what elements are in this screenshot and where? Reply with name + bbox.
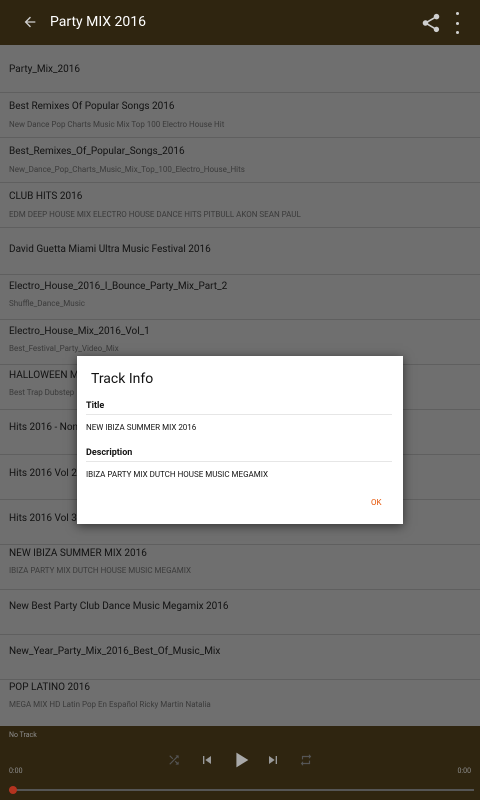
- player-bar: No Track 0:00 0:00: [0, 726, 480, 800]
- track-subtitle: Best Trap Dubstep: [9, 388, 75, 397]
- track-info-dialog: Track Info Title NEW IBIZA SUMMER MIX 20…: [77, 356, 403, 524]
- seek-bar[interactable]: [9, 786, 474, 794]
- track-title: New Best Party Club Dance Music Megamix …: [9, 601, 229, 612]
- title-value: NEW IBIZA SUMMER MIX 2016: [86, 423, 197, 432]
- track-title: NEW IBIZA SUMMER MIX 2016: [9, 548, 147, 559]
- more-vert-icon: [455, 12, 459, 15]
- arrow-left-icon: [24, 16, 36, 28]
- app-bar: Party MIX 2016: [0, 0, 480, 45]
- track-subtitle: New Dance Pop Charts Music Mix Top 100 E…: [9, 120, 225, 129]
- list-item[interactable]: New_Year_Party_Mix_2016_Best_Of_Music_Mi…: [0, 635, 480, 680]
- track-subtitle: EDM DEEP HOUSE MIX ELECTRO HOUSE DANCE H…: [9, 210, 301, 219]
- list-item[interactable]: Electro_House_2016_I_Bounce_Party_Mix_Pa…: [0, 275, 480, 320]
- seek-handle[interactable]: [9, 786, 17, 794]
- track-subtitle: New_Dance_Pop_Charts_Music_Mix_Top_100_E…: [9, 165, 245, 174]
- more-options-button[interactable]: [450, 12, 464, 34]
- track-title: David Guetta Miami Ultra Music Festival …: [9, 244, 211, 255]
- next-button[interactable]: [262, 748, 284, 772]
- skip-next-icon: [269, 756, 277, 764]
- description-value: IBIZA PARTY MIX DUTCH HOUSE MUSIC MEGAMI…: [86, 470, 268, 479]
- list-item[interactable]: David Guetta Miami Ultra Music Festival …: [0, 228, 480, 275]
- title-label: Title: [86, 401, 105, 411]
- track-title: Party_Mix_2016: [9, 64, 80, 75]
- list-item[interactable]: Party_Mix_2016: [0, 45, 480, 93]
- track-title: Electro_House_2016_I_Bounce_Party_Mix_Pa…: [9, 281, 228, 292]
- track-title: CLUB HITS 2016: [9, 191, 83, 202]
- list-item[interactable]: Best Remixes Of Popular Songs 2016 New D…: [0, 93, 480, 138]
- list-item[interactable]: New Best Party Club Dance Music Megamix …: [0, 590, 480, 635]
- description-label: Description: [86, 448, 133, 458]
- share-button[interactable]: [420, 12, 442, 34]
- track-subtitle: IBIZA PARTY MIX DUTCH HOUSE MUSIC MEGAMI…: [9, 566, 191, 575]
- repeat-icon: [300, 754, 312, 766]
- total-time: 0:00: [457, 767, 472, 775]
- shuffle-icon: [169, 755, 179, 765]
- dialog-title: Track Info: [91, 371, 154, 387]
- play-button[interactable]: [228, 748, 254, 772]
- track-subtitle: MEGA MIX HD Latin Pop En Español Ricky M…: [9, 700, 211, 709]
- ok-button[interactable]: OK: [371, 498, 382, 507]
- repeat-button[interactable]: [296, 748, 316, 772]
- page-title: Party MIX 2016: [50, 14, 147, 30]
- track-subtitle: Shuffle_Dance_Music: [9, 299, 85, 308]
- list-item[interactable]: CLUB HITS 2016 EDM DEEP HOUSE MIX ELECTR…: [0, 183, 480, 228]
- divider: [86, 414, 392, 415]
- play-icon: [236, 752, 249, 768]
- skip-previous-icon: [203, 756, 211, 764]
- share-icon: [422, 13, 440, 33]
- list-item[interactable]: POP LATINO 2016 MEGA MIX HD Latin Pop En…: [0, 680, 480, 725]
- list-item[interactable]: Best_Remixes_Of_Popular_Songs_2016 New_D…: [0, 138, 480, 183]
- track-subtitle: Best_Festival_Party_Video_Mix: [9, 344, 119, 353]
- track-title: Best_Remixes_Of_Popular_Songs_2016: [9, 146, 185, 157]
- track-title: POP LATINO 2016: [9, 682, 91, 693]
- divider: [86, 461, 392, 462]
- track-title: Electro_House_Mix_2016_Vol_1: [9, 326, 150, 337]
- previous-button[interactable]: [196, 748, 218, 772]
- shuffle-button[interactable]: [164, 748, 184, 772]
- back-button[interactable]: [18, 10, 42, 34]
- track-title: Best Remixes Of Popular Songs 2016: [9, 101, 175, 112]
- list-item[interactable]: NEW IBIZA SUMMER MIX 2016 IBIZA PARTY MI…: [0, 545, 480, 590]
- track-title: Hits 2016 Vol 2: [9, 468, 77, 479]
- track-title: New_Year_Party_Mix_2016_Best_Of_Music_Mi…: [9, 646, 221, 657]
- now-playing-label: No Track: [9, 731, 37, 739]
- elapsed-time: 0:00: [9, 767, 23, 775]
- track-title: Hits 2016 Vol 3: [9, 513, 77, 524]
